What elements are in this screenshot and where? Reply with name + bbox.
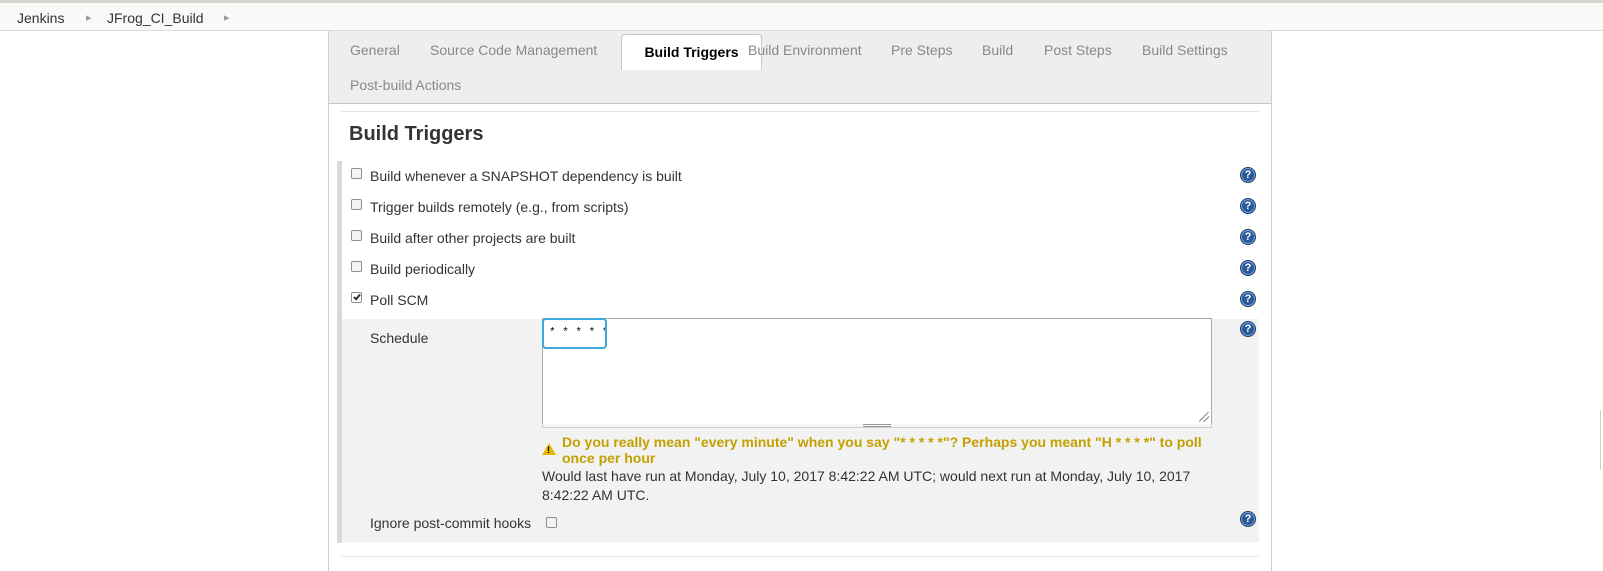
help-icon[interactable]: ? xyxy=(1240,229,1256,245)
build-periodically-label: Build periodically xyxy=(370,261,476,277)
build-after-other-projects-label: Build after other projects are built xyxy=(370,230,576,246)
tab-pre-steps[interactable]: Pre Steps xyxy=(891,42,952,58)
resize-grip-icon[interactable] xyxy=(1199,412,1209,422)
snapshot-dependency-checkbox[interactable] xyxy=(351,168,362,179)
schedule-input[interactable]: * * * * * xyxy=(542,318,1212,425)
poll-scm-label: Poll SCM xyxy=(370,292,429,308)
schedule-warning: Do you really mean "every minute" when y… xyxy=(562,434,1202,466)
help-icon[interactable]: ? xyxy=(1240,198,1256,214)
help-icon[interactable]: ? xyxy=(1240,511,1256,527)
tab-general[interactable]: General xyxy=(350,42,400,58)
warning-icon: ! xyxy=(542,443,556,455)
tab-build[interactable]: Build xyxy=(982,42,1013,58)
breadcrumb-job[interactable]: JFrog_CI_Build xyxy=(107,10,204,26)
schedule-run-info: Would last have run at Monday, July 10, … xyxy=(542,468,1191,503)
tab-post-build-actions[interactable]: Post-build Actions xyxy=(350,77,461,93)
breadcrumb: Jenkins ▸ JFrog_CI_Build ▸ xyxy=(0,3,1603,31)
section-divider xyxy=(341,111,1259,112)
help-icon[interactable]: ? xyxy=(1240,291,1256,307)
help-icon[interactable]: ? xyxy=(1240,260,1256,276)
snapshot-dependency-label: Build whenever a SNAPSHOT dependency is … xyxy=(370,168,682,184)
trigger-remotely-checkbox[interactable] xyxy=(351,199,362,210)
build-after-other-projects-checkbox[interactable] xyxy=(351,230,362,241)
checkmark-icon xyxy=(353,292,361,301)
build-periodically-checkbox[interactable] xyxy=(351,261,362,272)
tab-build-triggers[interactable]: Build Triggers xyxy=(621,34,762,70)
poll-scm-checkbox[interactable] xyxy=(351,292,362,303)
textarea-drag-handle[interactable] xyxy=(863,424,891,427)
tab-post-steps[interactable]: Post Steps xyxy=(1044,42,1112,58)
config-panel: General Source Code Management Build Tri… xyxy=(328,31,1272,571)
page-scrollbar[interactable] xyxy=(1600,410,1601,470)
help-icon[interactable]: ? xyxy=(1240,167,1256,183)
ignore-post-commit-hooks-checkbox[interactable] xyxy=(546,517,557,528)
ignore-post-commit-hooks-label: Ignore post-commit hooks xyxy=(370,515,532,531)
tab-build-environment[interactable]: Build Environment xyxy=(748,42,862,58)
tab-build-settings[interactable]: Build Settings xyxy=(1142,42,1228,58)
tab-source-code-management[interactable]: Source Code Management xyxy=(430,42,597,58)
breadcrumb-chevron-icon[interactable]: ▸ xyxy=(224,11,230,24)
help-icon[interactable]: ? xyxy=(1240,321,1256,337)
section-bottom-divider xyxy=(341,556,1259,557)
breadcrumb-chevron-icon: ▸ xyxy=(86,12,92,24)
schedule-label: Schedule xyxy=(370,330,429,346)
trigger-remotely-label: Trigger builds remotely (e.g., from scri… xyxy=(370,199,629,215)
section-title: Build Triggers xyxy=(349,123,484,145)
breadcrumb-jenkins[interactable]: Jenkins xyxy=(17,10,64,26)
config-tabbar: General Source Code Management Build Tri… xyxy=(329,31,1271,104)
